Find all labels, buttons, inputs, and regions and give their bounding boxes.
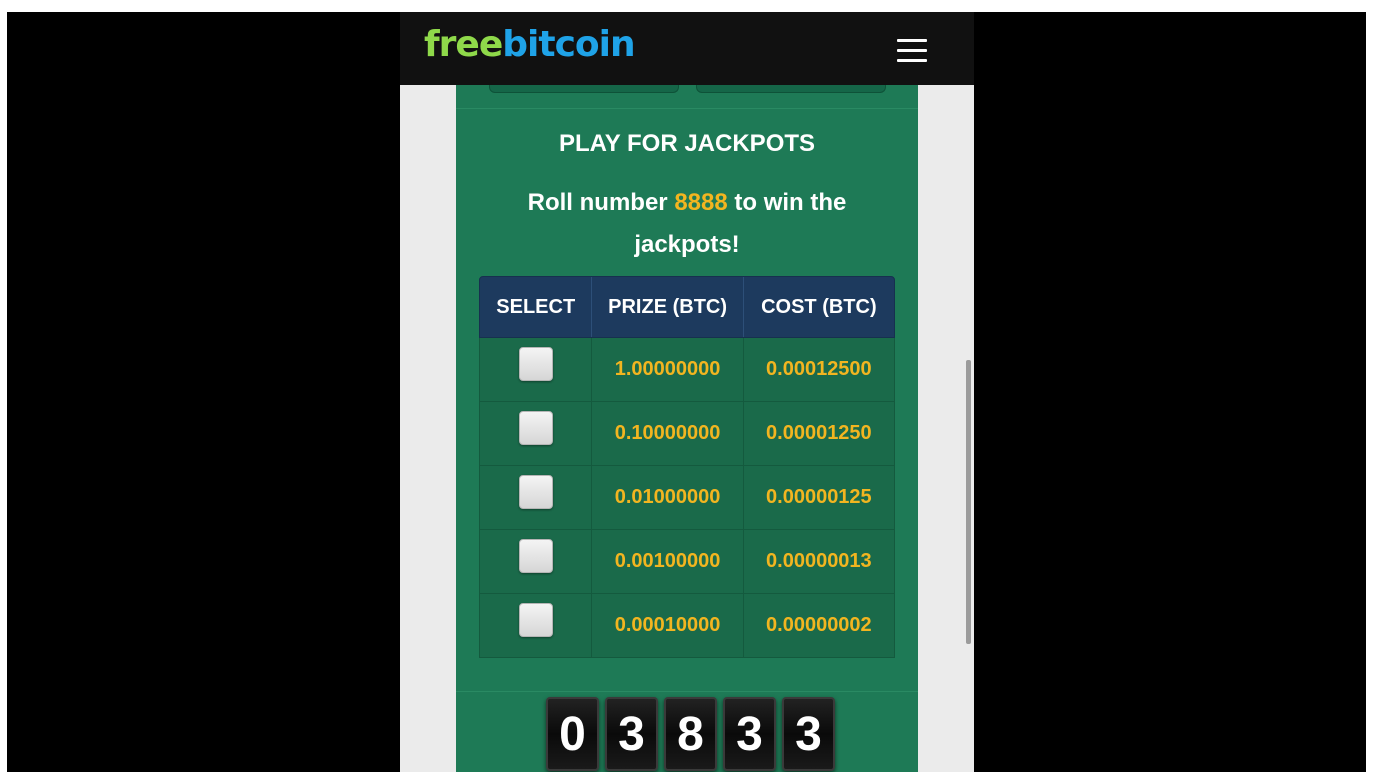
- cost-cell: 0.00001250: [766, 422, 872, 444]
- prize-cell: 0.00100000: [592, 530, 744, 593]
- counter-digit: 3: [782, 697, 835, 771]
- counter-digit: 3: [723, 697, 776, 771]
- hamburger-menu-icon[interactable]: [897, 39, 929, 63]
- frame-border-top: [0, 0, 1373, 12]
- cost-cell: 0.00000013: [766, 550, 872, 572]
- counter-digit: 3: [605, 697, 658, 771]
- jackpot-instructions: Roll number 8888 to win the jackpots!: [527, 189, 847, 258]
- table-row: 0.10000000 0.00001250: [479, 402, 895, 466]
- prize-cell: 0.01000000: [592, 466, 744, 529]
- column-header-prize: PRIZE (BTC): [592, 277, 744, 337]
- table-row: 0.00100000 0.00000013: [479, 530, 895, 594]
- counter-digit: 8: [664, 697, 717, 771]
- table-row: 0.00010000 0.00000002: [479, 594, 895, 658]
- video-frame: freebitcoin PLAY FOR JACKPOTS Roll numbe…: [0, 0, 1373, 772]
- table-row: 1.00000000 0.00012500: [479, 338, 895, 402]
- mobile-page: freebitcoin PLAY FOR JACKPOTS Roll numbe…: [400, 12, 974, 772]
- table-header: SELECT PRIZE (BTC) COST (BTC): [479, 276, 895, 338]
- jackpot-target-number: 8888: [674, 189, 728, 216]
- counter-digit: 0: [546, 697, 599, 771]
- jackpot-table: SELECT PRIZE (BTC) COST (BTC) 1.00000000…: [479, 276, 895, 658]
- cost-cell: 0.00000002: [766, 614, 872, 636]
- page-scrollbar[interactable]: [966, 360, 971, 644]
- prize-cell: 0.10000000: [592, 402, 744, 465]
- section-divider: [456, 108, 918, 109]
- jackpot-heading: PLAY FOR JACKPOTS: [558, 130, 816, 157]
- roll-number-counter: 0 3 8 3 3: [546, 697, 835, 771]
- prize-cell: 1.00000000: [592, 338, 744, 401]
- jackpot-select-checkbox[interactable]: [518, 538, 553, 573]
- jackpot-select-checkbox[interactable]: [518, 410, 553, 445]
- column-header-cost: COST (BTC): [761, 295, 877, 318]
- previous-section-box-left: [489, 85, 679, 93]
- section-divider: [456, 691, 918, 692]
- cost-cell: 0.00012500: [766, 358, 872, 380]
- cost-cell: 0.00000125: [766, 486, 872, 508]
- frame-border-left: [0, 0, 7, 772]
- jackpot-select-checkbox[interactable]: [518, 602, 553, 637]
- previous-section-box-right: [696, 85, 886, 93]
- logo-free-text: free: [424, 24, 503, 65]
- jackpot-select-checkbox[interactable]: [518, 346, 553, 381]
- freebitcoin-logo[interactable]: freebitcoin: [424, 24, 636, 65]
- table-row: 0.01000000 0.00000125: [479, 466, 895, 530]
- top-bar: freebitcoin: [400, 12, 974, 85]
- frame-border-right: [1366, 0, 1373, 772]
- logo-bitcoin-text: bitcoin: [502, 24, 635, 65]
- prize-cell: 0.00010000: [592, 594, 744, 657]
- jackpot-panel: PLAY FOR JACKPOTS Roll number 8888 to wi…: [456, 85, 918, 772]
- column-header-select: SELECT: [480, 277, 593, 337]
- jackpot-select-checkbox[interactable]: [518, 474, 553, 509]
